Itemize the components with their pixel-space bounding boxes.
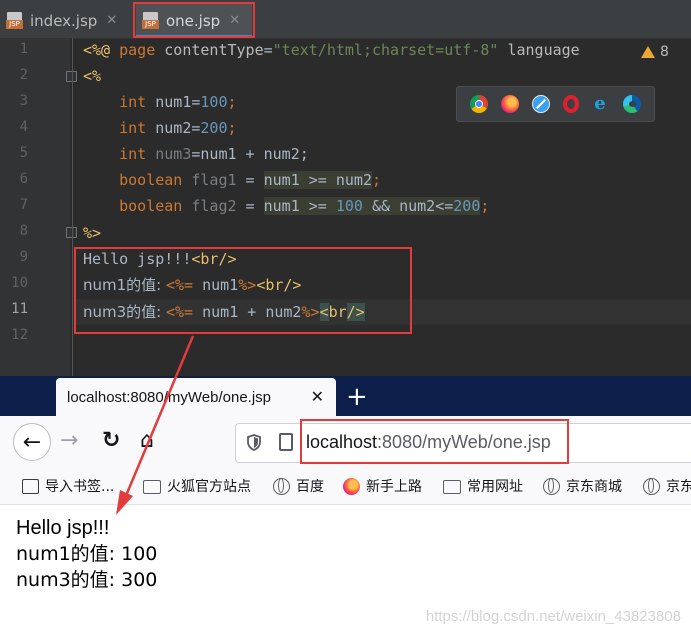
- back-arrow-icon: ←: [22, 429, 42, 455]
- bookmark-import[interactable]: 导入书签...: [22, 476, 114, 496]
- import-icon: [22, 478, 39, 494]
- line-number-gutter: 1 2 3 4 5 6 7 8 9 10 11 12: [0, 38, 77, 376]
- line-number: 2: [19, 67, 28, 83]
- bookmark-jd-mall[interactable]: 京东商城: [543, 476, 622, 496]
- line-number: 6: [19, 171, 28, 187]
- browser-tab[interactable]: localhost:8080/myWeb/one.jsp ✕: [56, 378, 336, 416]
- firefox-icon: [343, 477, 360, 495]
- folder-icon: [443, 480, 461, 494]
- globe-icon: [643, 477, 660, 495]
- warning-icon: [641, 46, 655, 58]
- page-line-hello: Hello jsp!!!: [16, 517, 110, 539]
- line-number: 8: [19, 223, 28, 239]
- firefox-browser-window: localhost:8080/myWeb/one.jsp ✕ + ← → ↻ ⌂…: [0, 376, 691, 633]
- line-number: 11: [11, 301, 28, 317]
- page-info-icon[interactable]: [279, 433, 293, 451]
- warnings-indicator[interactable]: 8: [641, 44, 669, 60]
- bookmark-getting-started[interactable]: 新手上路: [343, 476, 422, 496]
- forward-button[interactable]: →: [60, 428, 78, 453]
- line-number: 3: [19, 93, 28, 109]
- annotation-box-url: [300, 419, 569, 464]
- tracking-shield-icon[interactable]: [247, 434, 261, 451]
- rendered-page-body: Hello jsp!!! num1的值: 100 num3的值: 300: [16, 515, 157, 593]
- browser-tab-title: localhost:8080/myWeb/one.jsp: [67, 388, 272, 406]
- annotation-box-code: [74, 247, 412, 334]
- home-button[interactable]: ⌂: [140, 428, 154, 453]
- browser-tab-strip: localhost:8080/myWeb/one.jsp ✕ +: [0, 376, 691, 416]
- page-line-num1: num1的值: 100: [16, 543, 158, 565]
- reload-button[interactable]: ↻: [102, 428, 120, 453]
- watermark: https://blog.csdn.net/weixin_43823808: [425, 608, 681, 625]
- globe-icon: [543, 477, 560, 495]
- folder-icon: [143, 480, 161, 494]
- bookmark-common-sites[interactable]: 常用网址: [443, 476, 523, 496]
- tab-index-jsp[interactable]: JSP index.jsp ✕: [0, 4, 132, 37]
- line-number: 1: [19, 41, 28, 57]
- chrome-icon[interactable]: [469, 95, 488, 113]
- bookmark-firefox-official[interactable]: 火狐官方站点: [143, 476, 251, 496]
- opera-icon[interactable]: [563, 95, 580, 113]
- code-line-5[interactable]: int num3=num1 + num2;: [83, 143, 309, 165]
- annotation-box-tab: [133, 2, 255, 38]
- line-number: 9: [19, 249, 28, 265]
- tab-label: index.jsp: [30, 11, 98, 30]
- code-line-2[interactable]: <%: [83, 65, 101, 87]
- bookmark-jd[interactable]: 京东: [643, 476, 691, 496]
- globe-icon: [273, 477, 290, 495]
- close-icon[interactable]: ✕: [311, 387, 324, 406]
- close-icon[interactable]: ✕: [106, 13, 117, 28]
- page-line-num3: num3的值: 300: [16, 569, 158, 591]
- bookmark-baidu[interactable]: 百度: [273, 476, 324, 496]
- line-number: 12: [11, 327, 28, 343]
- bookmarks-toolbar: 导入书签... 火狐官方站点 百度 新手上路 常用网址 京东商城 京东: [0, 470, 691, 505]
- line-number: 5: [19, 145, 28, 161]
- safari-icon[interactable]: [531, 95, 550, 113]
- code-line-6[interactable]: boolean flag1 = num1 >= num2;: [83, 169, 381, 191]
- code-line-7[interactable]: boolean flag2 = num1 >= 100 && num2<=200…: [83, 195, 489, 217]
- code-line-3[interactable]: int num1=100;: [83, 91, 236, 113]
- open-in-browser-popup: e: [456, 86, 655, 122]
- firefox-icon[interactable]: [500, 95, 519, 113]
- line-number: 10: [11, 275, 28, 291]
- gutter-divider: [72, 38, 73, 376]
- new-tab-button[interactable]: +: [346, 382, 368, 412]
- edge-icon[interactable]: [623, 95, 642, 113]
- code-line-8[interactable]: %>: [83, 222, 101, 244]
- back-button[interactable]: ←: [13, 423, 51, 461]
- code-line-1[interactable]: <%@ page contentType="text/html;charset=…: [83, 39, 580, 61]
- line-number: 7: [19, 197, 28, 213]
- jsp-file-icon: JSP: [6, 11, 24, 30]
- line-number: 4: [19, 119, 28, 135]
- warnings-count: 8: [660, 44, 669, 60]
- editor-tab-bar: JSP index.jsp ✕ JSP one.jsp ✕: [0, 0, 691, 39]
- code-line-4[interactable]: int num2=200;: [83, 117, 236, 139]
- ie-icon[interactable]: e: [592, 95, 610, 113]
